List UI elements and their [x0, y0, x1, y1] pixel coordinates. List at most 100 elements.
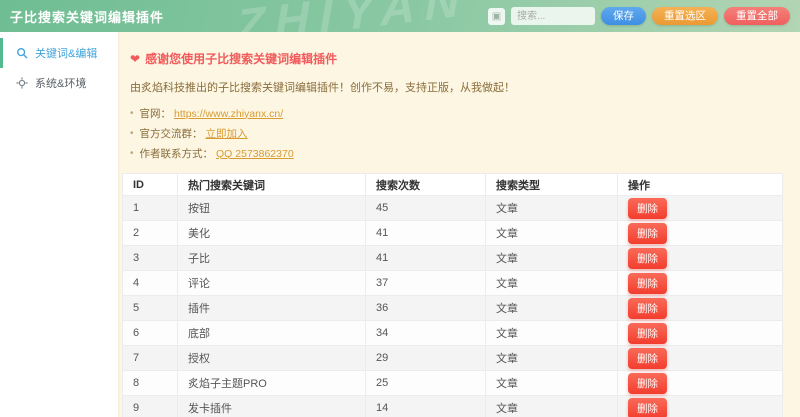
main-content: ❤ 感谢您使用子比搜索关键词编辑插件 由炙焰科技推出的子比搜索关键词编辑插件！创… [118, 32, 800, 417]
header-actions: 操作 [618, 174, 783, 196]
cell-type: 文章 [486, 371, 618, 396]
cell-count: 29 [366, 346, 486, 371]
cell-count: 14 [366, 396, 486, 417]
keyword-table: ID 热门搜索关键词 搜索次数 搜索类型 操作 1 按钮 45 文章 删除 2 … [122, 173, 783, 417]
save-button[interactable]: 保存 [601, 7, 646, 25]
sidebar-item-keywords[interactable]: 关键词&编辑 [0, 38, 118, 68]
cell-actions: 删除 [618, 196, 783, 221]
cell-count: 36 [366, 296, 486, 321]
cell-actions: 删除 [618, 346, 783, 371]
table-row: 4 评论 37 文章 删除 [123, 271, 783, 296]
delete-button[interactable]: 删除 [628, 223, 667, 244]
official-site-link[interactable]: https://www.zhiyanx.cn/ [174, 108, 283, 120]
link-label: 官网： [140, 106, 172, 121]
reset-all-button[interactable]: 重置全部 [724, 7, 790, 25]
cell-count: 37 [366, 271, 486, 296]
table-row: 8 炙焰子主题PRO 25 文章 删除 [123, 371, 783, 396]
header-toolbar: ▣ 保存 重置选区 重置全部 [488, 7, 800, 25]
delete-button[interactable]: 删除 [628, 198, 667, 219]
join-group-link[interactable]: 立即加入 [206, 126, 248, 141]
sidebar-item-label: 关键词&编辑 [35, 45, 97, 61]
sidebar-item-label: 系统&环境 [35, 75, 86, 91]
cell-type: 文章 [486, 396, 618, 417]
cell-type: 文章 [486, 196, 618, 221]
cell-type: 文章 [486, 271, 618, 296]
list-item: 官方交流群： 立即加入 [130, 126, 783, 141]
cell-keyword: 底部 [178, 321, 366, 346]
cell-actions: 删除 [618, 371, 783, 396]
header-id: ID [123, 174, 178, 196]
cell-keyword: 发卡插件 [178, 396, 366, 417]
cell-actions: 删除 [618, 396, 783, 417]
cell-actions: 删除 [618, 246, 783, 271]
cell-actions: 删除 [618, 296, 783, 321]
delete-button[interactable]: 删除 [628, 323, 667, 344]
grid-icon: ▣ [492, 11, 501, 22]
delete-button[interactable]: 删除 [628, 298, 667, 319]
delete-button[interactable]: 删除 [628, 248, 667, 269]
table-row: 2 美化 41 文章 删除 [123, 221, 783, 246]
list-item: 官网： https://www.zhiyanx.cn/ [130, 106, 783, 121]
delete-button[interactable]: 删除 [628, 398, 667, 417]
cell-keyword: 评论 [178, 271, 366, 296]
search-toggle-button[interactable]: ▣ [488, 8, 505, 25]
cell-actions: 删除 [618, 221, 783, 246]
table-row: 5 插件 36 文章 删除 [123, 296, 783, 321]
cell-type: 文章 [486, 296, 618, 321]
table-row: 7 授权 29 文章 删除 [123, 346, 783, 371]
brand-watermark: ZHIYAN [235, 0, 469, 32]
table-row: 3 子比 41 文章 删除 [123, 246, 783, 271]
notice-title: ❤ 感谢您使用子比搜索关键词编辑插件 [130, 50, 783, 67]
cell-actions: 删除 [618, 321, 783, 346]
reset-selection-button[interactable]: 重置选区 [652, 7, 718, 25]
cell-keyword: 炙焰子主题PRO [178, 371, 366, 396]
sidebar: 关键词&编辑 系统&环境 [0, 32, 118, 417]
keyword-table-section: ID 热门搜索关键词 搜索次数 搜索类型 操作 1 按钮 45 文章 删除 2 … [122, 173, 783, 417]
cell-type: 文章 [486, 246, 618, 271]
cell-actions: 删除 [618, 271, 783, 296]
link-label: 作者联系方式： [140, 146, 214, 161]
delete-button[interactable]: 删除 [628, 348, 667, 369]
sidebar-item-system[interactable]: 系统&环境 [0, 68, 118, 98]
cell-id: 3 [123, 246, 178, 271]
cell-keyword: 授权 [178, 346, 366, 371]
notice-title-text: 感谢您使用子比搜索关键词编辑插件 [145, 50, 337, 67]
cell-count: 34 [366, 321, 486, 346]
table-row: 9 发卡插件 14 文章 删除 [123, 396, 783, 417]
header-keyword: 热门搜索关键词 [178, 174, 366, 196]
cell-count: 41 [366, 246, 486, 271]
app-title: 子比搜索关键词编辑插件 [0, 7, 164, 26]
qq-contact-link[interactable]: QQ 2573862370 [216, 148, 294, 160]
cell-keyword: 子比 [178, 246, 366, 271]
cell-id: 9 [123, 396, 178, 417]
header-type: 搜索类型 [486, 174, 618, 196]
cell-type: 文章 [486, 321, 618, 346]
cell-keyword: 按钮 [178, 196, 366, 221]
welcome-notice: ❤ 感谢您使用子比搜索关键词编辑插件 由炙焰科技推出的子比搜索关键词编辑插件！创… [122, 50, 783, 161]
cell-keyword: 美化 [178, 221, 366, 246]
heart-icon: ❤ [130, 52, 140, 66]
notice-links: 官网： https://www.zhiyanx.cn/ 官方交流群： 立即加入 … [130, 106, 783, 161]
list-item: 作者联系方式： QQ 2573862370 [130, 146, 783, 161]
cell-count: 45 [366, 196, 486, 221]
table-row: 6 底部 34 文章 删除 [123, 321, 783, 346]
search-input[interactable] [511, 7, 595, 25]
delete-button[interactable]: 删除 [628, 273, 667, 294]
header-count: 搜索次数 [366, 174, 486, 196]
cell-keyword: 插件 [178, 296, 366, 321]
cell-id: 4 [123, 271, 178, 296]
cell-id: 7 [123, 346, 178, 371]
table-header-row: ID 热门搜索关键词 搜索次数 搜索类型 操作 [123, 174, 783, 196]
cell-type: 文章 [486, 346, 618, 371]
delete-button[interactable]: 删除 [628, 373, 667, 394]
app-header: 子比搜索关键词编辑插件 ZHIYAN ▣ 保存 重置选区 重置全部 [0, 0, 800, 32]
cell-id: 1 [123, 196, 178, 221]
gear-icon [16, 77, 28, 89]
cell-id: 8 [123, 371, 178, 396]
notice-description: 由炙焰科技推出的子比搜索关键词编辑插件！创作不易，支持正版，从我做起！ [130, 79, 783, 95]
cell-type: 文章 [486, 221, 618, 246]
search-icon [16, 47, 28, 59]
cell-count: 41 [366, 221, 486, 246]
cell-id: 2 [123, 221, 178, 246]
link-label: 官方交流群： [140, 126, 203, 141]
